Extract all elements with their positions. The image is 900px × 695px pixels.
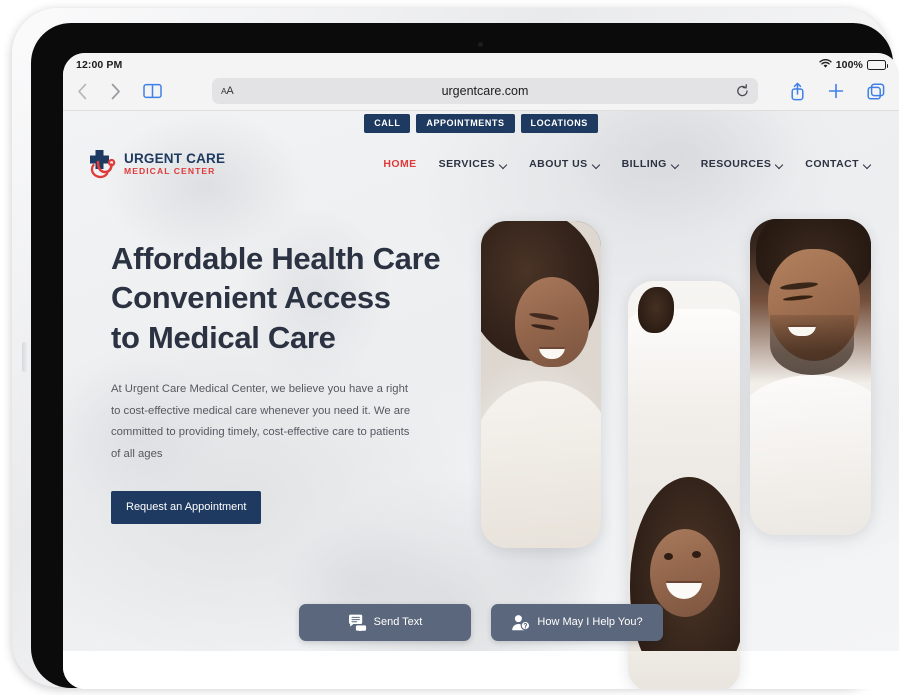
headline-line-3: to Medical Care [111,319,336,355]
chat-bubbles-icon [348,614,367,631]
urgent-care-cross-stethoscope-icon [86,148,120,180]
status-time: 12:00 PM [76,59,123,71]
headline-line-1: Affordable Health Care [111,241,441,276]
share-icon[interactable] [790,82,805,101]
headline-line-2: Convenient Access [111,280,391,316]
url-bar[interactable]: AA urgentcare.com [212,78,758,104]
tablet-screen-bezel: 12:00 PM 100% AA urgentcare.com CALL APP… [31,23,899,689]
hero-paragraph: At Urgent Care Medical Center, we believ… [111,383,411,461]
browser-toolbar: AA urgentcare.com [63,72,899,110]
send-text-label: Send Text [373,616,423,628]
page-bottom-area [63,651,899,689]
back-button[interactable] [77,83,88,100]
nav-arrows-group [77,83,121,100]
browser-chrome: 12:00 PM 100% AA urgentcare.com [63,53,899,111]
nav-item-home[interactable]: HOME [383,158,416,170]
person-question-icon [511,614,531,631]
logo-line-1: URGENT CARE [124,151,226,167]
site-header: URGENT CARE MEDICAL CENTER HOME SERVICES [63,137,899,191]
nav-item-label: CONTACT [805,158,859,170]
device-screen: 12:00 PM 100% AA urgentcare.com CALL APP… [63,53,899,689]
nav-item-services[interactable]: SERVICES [439,158,508,170]
chat-widget-row: Send Text How May I Help You? [63,604,899,641]
call-button[interactable]: CALL [364,114,411,133]
tablet-outer-frame: 12:00 PM 100% AA urgentcare.com CALL APP… [12,8,899,689]
logo-line-2: MEDICAL CENTER [124,165,216,176]
nav-item-billing[interactable]: BILLING [622,158,679,170]
toolbar-right-group [790,82,885,101]
nav-item-label: BILLING [621,158,667,170]
photo-panel-woman [481,221,601,548]
nav-item-label: ABOUT US [529,158,588,170]
hero-section: CALL APPOINTMENTS LOCATIONS URGENT CARE … [63,111,899,689]
nav-item-resources[interactable]: RESOURCES [701,158,784,170]
hero-copy-block: Affordable Health Care Convenient Access… [111,239,471,524]
front-camera [478,42,483,47]
chevron-down-icon [593,162,600,166]
chevron-down-icon [864,162,871,166]
reload-icon[interactable] [736,84,749,98]
nav-item-contact[interactable]: CONTACT [805,158,871,170]
url-text: urgentcare.com [441,84,529,98]
status-right-group: 100% [819,58,888,72]
nav-item-about-us[interactable]: ABOUT US [529,158,599,170]
screenshot-stage: 12:00 PM 100% AA urgentcare.com CALL APP… [0,0,900,695]
book-icon[interactable] [143,83,162,99]
photo-panel-man [750,219,871,535]
request-appointment-button[interactable]: Request an Appointment [111,490,262,524]
chevron-down-icon [672,162,679,166]
forward-button[interactable] [110,83,121,100]
logo-wordmark: URGENT CARE MEDICAL CENTER [124,152,225,175]
locations-button[interactable]: LOCATIONS [520,114,598,133]
chevron-down-icon [776,162,783,166]
help-chat-button[interactable]: How May I Help You? [491,604,663,641]
status-bar: 12:00 PM 100% [63,53,899,72]
chevron-down-icon [500,162,507,166]
battery-percentage: 100% [835,59,863,71]
nav-item-label: HOME [383,158,417,170]
site-logo[interactable]: URGENT CARE MEDICAL CENTER [86,148,225,180]
tabs-icon[interactable] [867,82,885,100]
help-chat-label: How May I Help You? [537,616,643,628]
battery-full-icon [867,60,888,70]
page-title: Affordable Health Care Convenient Access… [111,239,471,357]
appointments-button[interactable]: APPOINTMENTS [416,114,515,133]
wifi-icon [819,58,832,72]
nav-item-label: SERVICES [438,158,496,170]
send-text-button[interactable]: Send Text [299,604,471,641]
main-navigation: HOME SERVICES ABOUT US BILLING RESOURCES… [383,158,871,170]
nav-item-label: RESOURCES [700,158,772,170]
web-page: CALL APPOINTMENTS LOCATIONS URGENT CARE … [63,111,899,689]
utility-pill-bar: CALL APPOINTMENTS LOCATIONS [63,114,899,133]
plus-icon[interactable] [828,83,844,99]
volume-button[interactable] [22,342,27,372]
